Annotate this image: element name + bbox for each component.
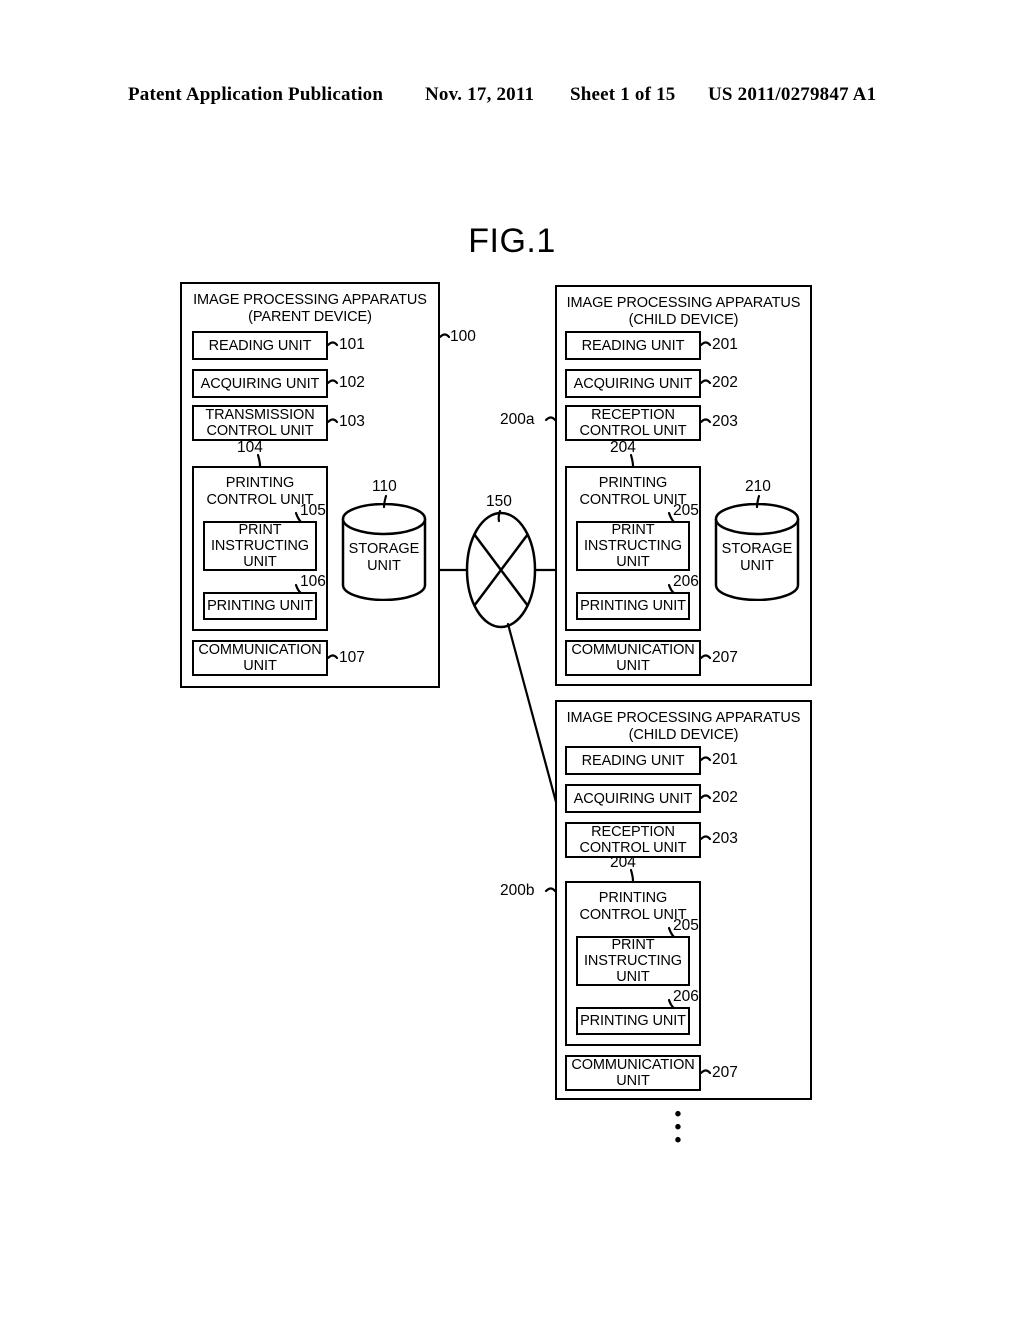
- refnum-202a: 202: [712, 374, 738, 391]
- parent-device-title: IMAGE PROCESSING APPARATUS (PARENT DEVIC…: [193, 292, 427, 325]
- refnum-100: 100: [450, 328, 476, 345]
- leader-200a: [544, 416, 557, 422]
- figure-title: FIG.1: [468, 222, 556, 260]
- child-a-storage-unit-label: STORAGE UNIT: [721, 541, 793, 574]
- child-a-communication-unit[interactable]: COMMUNICATION UNIT: [565, 640, 701, 676]
- parent-storage-unit[interactable]: STORAGE UNIT: [341, 502, 427, 602]
- child-a-storage-unit[interactable]: STORAGE UNIT: [714, 502, 800, 602]
- refnum-201b: 201: [712, 751, 738, 768]
- refnum-204b: 204: [610, 854, 636, 871]
- header-publication-number: US 2011/0279847 A1: [708, 84, 877, 105]
- child-a-reading-unit[interactable]: READING UNIT: [565, 331, 701, 360]
- parent-storage-unit-label: STORAGE UNIT: [348, 541, 420, 574]
- child-b-reception-control-unit[interactable]: RECEPTION CONTROL UNIT: [565, 822, 701, 858]
- connector-network-to-child-b: [506, 622, 558, 804]
- child-b-acquiring-unit[interactable]: ACQUIRING UNIT: [565, 784, 701, 813]
- child-a-print-instructing-unit[interactable]: PRINT INSTRUCTING UNIT: [576, 521, 690, 571]
- refnum-204a: 204: [610, 439, 636, 456]
- refnum-205a: 205: [673, 502, 699, 519]
- child-device-a-title: IMAGE PROCESSING APPARATUS (CHILD DEVICE…: [566, 295, 801, 328]
- child-b-print-instructing-unit[interactable]: PRINT INSTRUCTING UNIT: [576, 936, 690, 986]
- refnum-104: 104: [237, 439, 263, 456]
- refnum-201a: 201: [712, 336, 738, 353]
- refnum-210: 210: [745, 478, 771, 495]
- refnum-203a: 203: [712, 413, 738, 430]
- parent-acquiring-unit[interactable]: ACQUIRING UNIT: [192, 369, 328, 398]
- continuation-dot: •: [674, 1130, 682, 1151]
- refnum-110: 110: [372, 478, 397, 495]
- refnum-207b: 207: [712, 1064, 738, 1081]
- refnum-203b: 203: [712, 830, 738, 847]
- header-date-text: Nov. 17, 2011: [425, 84, 535, 105]
- refnum-101: 101: [339, 336, 365, 353]
- continuation-dots: • • •: [671, 1105, 685, 1151]
- refnum-207a: 207: [712, 649, 738, 666]
- parent-communication-unit[interactable]: COMMUNICATION UNIT: [192, 640, 328, 676]
- refnum-202b: 202: [712, 789, 738, 806]
- network-ellipse-icon: [465, 511, 537, 629]
- child-a-reception-control-unit[interactable]: RECEPTION CONTROL UNIT: [565, 405, 701, 441]
- patent-header: Patent Application Publication Nov. 17, …: [0, 84, 1024, 110]
- parent-transmission-control-unit[interactable]: TRANSMISSION CONTROL UNIT: [192, 405, 328, 441]
- header-publication-text: Patent Application Publication: [128, 84, 384, 105]
- child-b-printing-unit[interactable]: PRINTING UNIT: [576, 1007, 690, 1035]
- child-device-b-title: IMAGE PROCESSING APPARATUS (CHILD DEVICE…: [566, 710, 801, 743]
- child-b-reading-unit[interactable]: READING UNIT: [565, 746, 701, 775]
- header-sheet-text: Sheet 1 of 15: [570, 84, 676, 105]
- refnum-206b: 206: [673, 988, 699, 1005]
- parent-print-instructing-unit[interactable]: PRINT INSTRUCTING UNIT: [203, 521, 317, 571]
- child-b-communication-unit[interactable]: COMMUNICATION UNIT: [565, 1055, 701, 1091]
- refnum-105: 105: [300, 502, 326, 519]
- child-a-printing-unit[interactable]: PRINTING UNIT: [576, 592, 690, 620]
- leader-100: [438, 333, 451, 339]
- refnum-205b: 205: [673, 917, 699, 934]
- refnum-200a: 200a: [500, 411, 535, 428]
- refnum-200b: 200b: [500, 882, 535, 899]
- refnum-107: 107: [339, 649, 365, 666]
- network-symbol[interactable]: [462, 511, 540, 629]
- leader-200b: [544, 887, 557, 893]
- refnum-103: 103: [339, 413, 365, 430]
- parent-printing-unit[interactable]: PRINTING UNIT: [203, 592, 317, 620]
- leader-lines-overlay: [256, 333, 761, 1075]
- refnum-102: 102: [339, 374, 365, 391]
- parent-reading-unit[interactable]: READING UNIT: [192, 331, 328, 360]
- refnum-106: 106: [300, 573, 326, 590]
- refnum-150: 150: [486, 493, 512, 510]
- child-a-acquiring-unit[interactable]: ACQUIRING UNIT: [565, 369, 701, 398]
- refnum-206a: 206: [673, 573, 699, 590]
